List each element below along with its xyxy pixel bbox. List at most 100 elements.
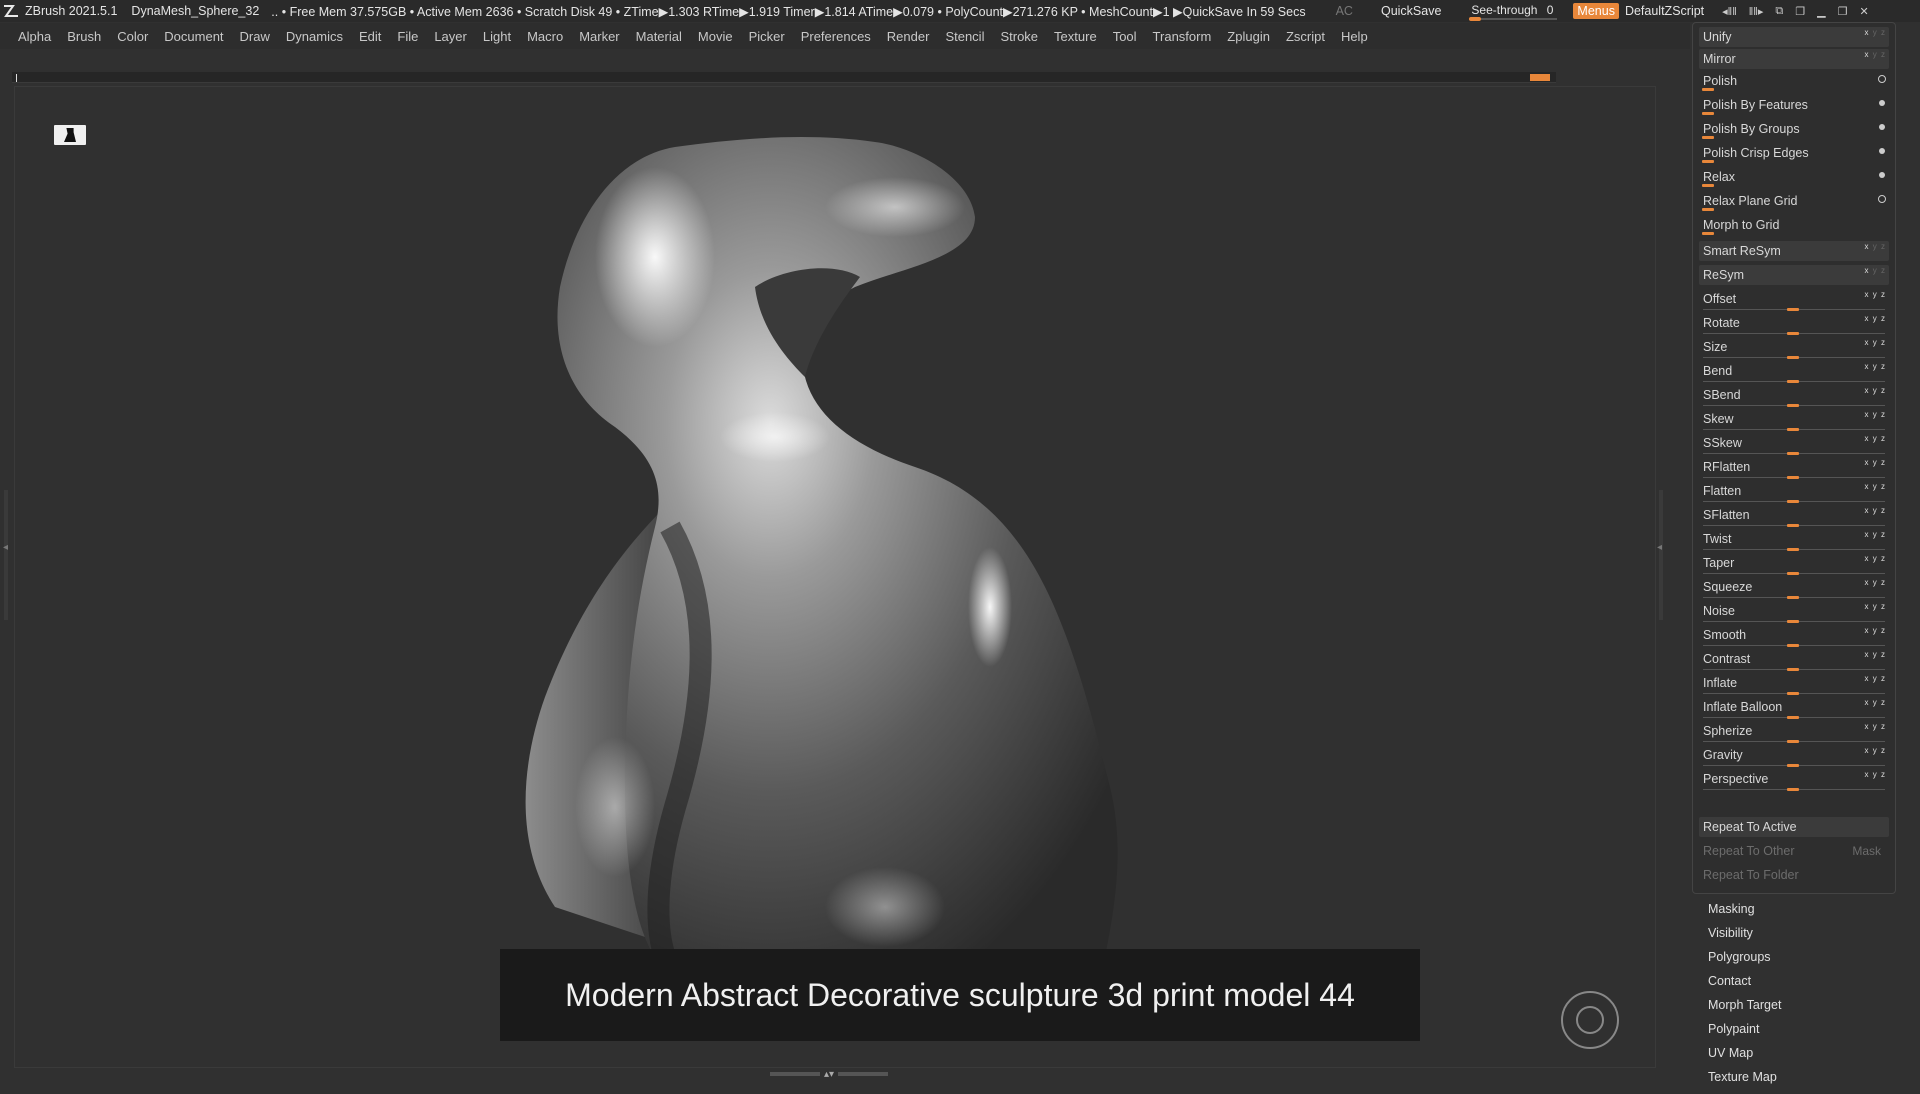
rotate-axis-toggle[interactable]: x y z — [1865, 314, 1886, 323]
sflatten-slider[interactable]: SFlatten x y z — [1699, 505, 1889, 527]
sbend-knob[interactable] — [1787, 404, 1799, 407]
bend-axis-toggle[interactable]: x y z — [1865, 362, 1886, 371]
morph-grid-slider[interactable]: Morph to Grid — [1699, 215, 1889, 235]
contrast-slider[interactable]: Contrast x y z — [1699, 649, 1889, 671]
noise-axis-toggle[interactable]: x y z — [1865, 602, 1886, 611]
offset-axis-toggle[interactable]: x y z — [1865, 290, 1886, 299]
smooth-knob[interactable] — [1787, 644, 1799, 647]
spherize-slider[interactable]: Spherize x y z — [1699, 721, 1889, 743]
gravity-knob[interactable] — [1787, 764, 1799, 767]
noise-slider[interactable]: Noise x y z — [1699, 601, 1889, 623]
rflatten-slider[interactable]: RFlatten x y z — [1699, 457, 1889, 479]
inflate-balloon-axis-toggle[interactable]: x y z — [1865, 698, 1886, 707]
mask-button[interactable]: Mask — [1852, 844, 1881, 858]
bottom-tray-handle[interactable]: ▴▾ — [770, 1069, 900, 1080]
contrast-knob[interactable] — [1787, 668, 1799, 671]
menu-file[interactable]: File — [397, 29, 418, 44]
menu-help[interactable]: Help — [1341, 29, 1368, 44]
flatten-axis-toggle[interactable]: x y z — [1865, 482, 1886, 491]
navigation-gizmo-icon[interactable] — [1561, 991, 1619, 1049]
squeeze-axis-toggle[interactable]: x y z — [1865, 578, 1886, 587]
see-through-knob[interactable] — [1469, 17, 1482, 21]
perspective-knob[interactable] — [1787, 788, 1799, 791]
menu-brush[interactable]: Brush — [67, 29, 101, 44]
timeline-marker[interactable] — [1530, 74, 1550, 81]
minimize-icon[interactable]: ▁ — [1817, 5, 1825, 18]
skew-knob[interactable] — [1787, 428, 1799, 431]
size-knob[interactable] — [1787, 356, 1799, 359]
smooth-axis-toggle[interactable]: x y z — [1865, 626, 1886, 635]
offset-knob[interactable] — [1787, 308, 1799, 311]
menu-zscript[interactable]: Zscript — [1286, 29, 1325, 44]
spherize-knob[interactable] — [1787, 740, 1799, 743]
default-zscript-button[interactable]: DefaultZScript — [1625, 4, 1704, 18]
resym-button[interactable]: ReSym x y z — [1699, 265, 1889, 285]
taper-axis-toggle[interactable]: x y z — [1865, 554, 1886, 563]
sbend-axis-toggle[interactable]: x y z — [1865, 386, 1886, 395]
subpalette-contact[interactable]: Contact — [1708, 974, 1908, 998]
restore-icon[interactable]: ❐ — [1838, 5, 1848, 18]
polish-crisp-dot-icon[interactable] — [1879, 148, 1885, 154]
see-through-slider[interactable]: See-through 0 — [1467, 2, 1559, 21]
mirror-button[interactable]: Mirror x y z — [1699, 49, 1889, 69]
resym-axis-toggle[interactable]: x y z — [1865, 266, 1886, 275]
rotate-slider[interactable]: Rotate x y z — [1699, 313, 1889, 335]
polish-groups-slider[interactable]: Polish By Groups — [1699, 119, 1889, 139]
polish-slider[interactable]: Polish — [1699, 71, 1889, 91]
bend-knob[interactable] — [1787, 380, 1799, 383]
gravity-axis-toggle[interactable]: x y z — [1865, 746, 1886, 755]
menu-document[interactable]: Document — [164, 29, 223, 44]
mirror-axis-toggle[interactable]: x y z — [1865, 50, 1886, 59]
bend-slider[interactable]: Bend x y z — [1699, 361, 1889, 383]
squeeze-slider[interactable]: Squeeze x y z — [1699, 577, 1889, 599]
menu-layer[interactable]: Layer — [434, 29, 467, 44]
perspective-axis-toggle[interactable]: x y z — [1865, 770, 1886, 779]
skew-axis-toggle[interactable]: x y z — [1865, 410, 1886, 419]
close-icon[interactable]: ✕ — [1859, 5, 1868, 18]
menu-marker[interactable]: Marker — [579, 29, 619, 44]
size-axis-toggle[interactable]: x y z — [1865, 338, 1886, 347]
sskew-axis-toggle[interactable]: x y z — [1865, 434, 1886, 443]
twist-slider[interactable]: Twist x y z — [1699, 529, 1889, 551]
spherize-axis-toggle[interactable]: x y z — [1865, 722, 1886, 731]
subpalette-morph-target[interactable]: Morph Target — [1708, 998, 1908, 1022]
menu-movie[interactable]: Movie — [698, 29, 733, 44]
sskew-slider[interactable]: SSkew x y z — [1699, 433, 1889, 455]
noise-knob[interactable] — [1787, 620, 1799, 623]
twist-axis-toggle[interactable]: x y z — [1865, 530, 1886, 539]
subpalette-polypaint[interactable]: Polypaint — [1708, 1022, 1908, 1046]
left-tray-handle[interactable] — [4, 490, 8, 620]
relax-dot-icon[interactable] — [1879, 172, 1885, 178]
sbend-slider[interactable]: SBend x y z — [1699, 385, 1889, 407]
relax-slider[interactable]: Relax — [1699, 167, 1889, 187]
squeeze-knob[interactable] — [1787, 596, 1799, 599]
repeat-active-button[interactable]: Repeat To Active — [1699, 817, 1889, 837]
inflate-axis-toggle[interactable]: x y z — [1865, 674, 1886, 683]
polish-crisp-slider[interactable]: Polish Crisp Edges — [1699, 143, 1889, 163]
smooth-slider[interactable]: Smooth x y z — [1699, 625, 1889, 647]
smart-resym-button[interactable]: Smart ReSym x y z — [1699, 241, 1889, 261]
menu-dynamics[interactable]: Dynamics — [286, 29, 343, 44]
menu-draw[interactable]: Draw — [240, 29, 270, 44]
menu-preferences[interactable]: Preferences — [801, 29, 871, 44]
menu-material[interactable]: Material — [636, 29, 682, 44]
twist-knob[interactable] — [1787, 548, 1799, 551]
polish-circle-icon[interactable] — [1878, 75, 1886, 83]
unify-axis-toggle[interactable]: x y z — [1865, 28, 1886, 37]
taper-knob[interactable] — [1787, 572, 1799, 575]
gravity-slider[interactable]: Gravity x y z — [1699, 745, 1889, 767]
flatten-knob[interactable] — [1787, 500, 1799, 503]
layout-window-icon[interactable]: ⧉ — [1775, 5, 1783, 18]
rflatten-axis-toggle[interactable]: x y z — [1865, 458, 1886, 467]
menu-color[interactable]: Color — [117, 29, 148, 44]
perspective-slider[interactable]: Perspective x y z — [1699, 769, 1889, 791]
repeat-other-button[interactable]: Repeat To Other Mask — [1699, 841, 1889, 861]
right-tray-arrow-icon[interactable]: ◂ — [1657, 542, 1662, 553]
repeat-folder-button[interactable]: Repeat To Folder — [1699, 865, 1889, 885]
size-slider[interactable]: Size x y z — [1699, 337, 1889, 359]
quicksave-button[interactable]: QuickSave — [1381, 4, 1441, 18]
menu-stencil[interactable]: Stencil — [945, 29, 984, 44]
menu-edit[interactable]: Edit — [359, 29, 381, 44]
sskew-knob[interactable] — [1787, 452, 1799, 455]
relax-plane-slider[interactable]: Relax Plane Grid — [1699, 191, 1889, 211]
